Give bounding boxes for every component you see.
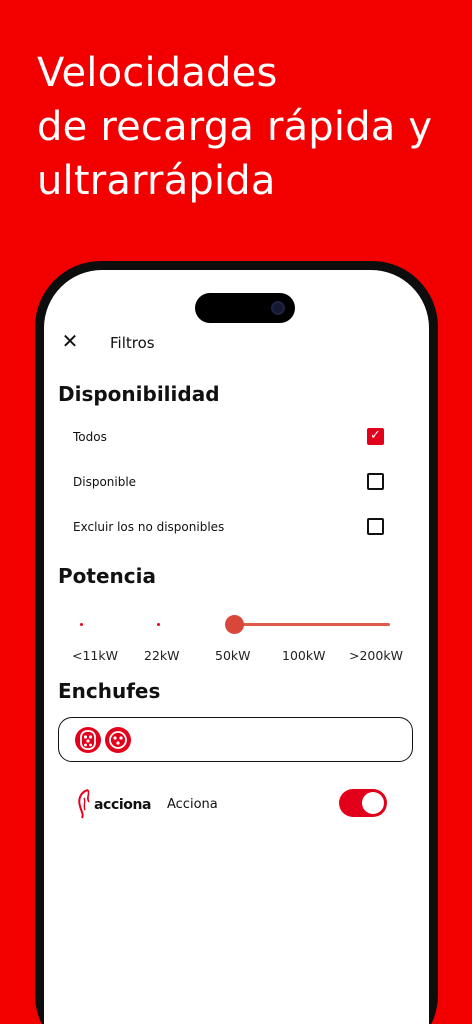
operator-label: Acciona xyxy=(167,797,218,812)
option-label: Excluir los no disponibles xyxy=(73,520,225,534)
power-tick-label: 22kW xyxy=(144,648,180,663)
slider-selected-range xyxy=(234,623,390,626)
headline-line-3: ultrarrápida xyxy=(37,158,276,204)
phone-screen: ✕ Filtros Disponibilidad Todos ✓ Disponi… xyxy=(44,270,429,1024)
checkbox-disponible[interactable] xyxy=(367,473,384,490)
power-title: Potencia xyxy=(58,564,156,588)
availability-option-disponible[interactable]: Disponible xyxy=(44,469,429,499)
plug-ccs-icon[interactable] xyxy=(105,727,131,753)
acciona-logo: acciona xyxy=(76,786,156,820)
headline-line-1: Velocidades xyxy=(37,50,278,96)
checkbox-excluir[interactable] xyxy=(367,518,384,535)
slider-step-dot xyxy=(157,623,160,626)
headline-line-2: de recarga rápida y xyxy=(37,104,433,150)
availability-option-excluir[interactable]: Excluir los no disponibles xyxy=(44,514,429,544)
page-title: Filtros xyxy=(110,334,155,352)
availability-title: Disponibilidad xyxy=(58,382,220,406)
close-icon[interactable]: ✕ xyxy=(59,330,81,352)
dynamic-island xyxy=(195,293,295,323)
acciona-logo-text: acciona xyxy=(94,797,152,813)
power-tick-label: <11kW xyxy=(72,648,118,663)
slider-thumb[interactable] xyxy=(225,615,244,634)
toggle-knob xyxy=(362,792,384,814)
slider-step-dot xyxy=(80,623,83,626)
plugs-title: Enchufes xyxy=(58,679,161,703)
plug-selector[interactable] xyxy=(58,717,413,762)
headline: Velocidades de recarga rápida y ultrarrá… xyxy=(37,46,457,208)
availability-option-todos[interactable]: Todos ✓ xyxy=(44,424,429,454)
operator-row-acciona[interactable]: acciona Acciona xyxy=(44,782,429,826)
operator-toggle[interactable] xyxy=(339,789,387,817)
power-tick-label: >200kW xyxy=(349,648,403,663)
option-label: Todos xyxy=(73,430,107,444)
phone-frame: ✕ Filtros Disponibilidad Todos ✓ Disponi… xyxy=(35,261,438,1024)
filter-header: ✕ Filtros xyxy=(44,328,429,358)
power-tick-label: 50kW xyxy=(215,648,251,663)
power-tick-label: 100kW xyxy=(282,648,326,663)
power-slider[interactable] xyxy=(44,610,429,640)
checkbox-todos[interactable]: ✓ xyxy=(367,428,384,445)
option-label: Disponible xyxy=(73,475,137,489)
plug-type2-icon[interactable] xyxy=(75,727,101,753)
check-icon: ✓ xyxy=(370,428,381,443)
camera-icon xyxy=(271,301,285,315)
